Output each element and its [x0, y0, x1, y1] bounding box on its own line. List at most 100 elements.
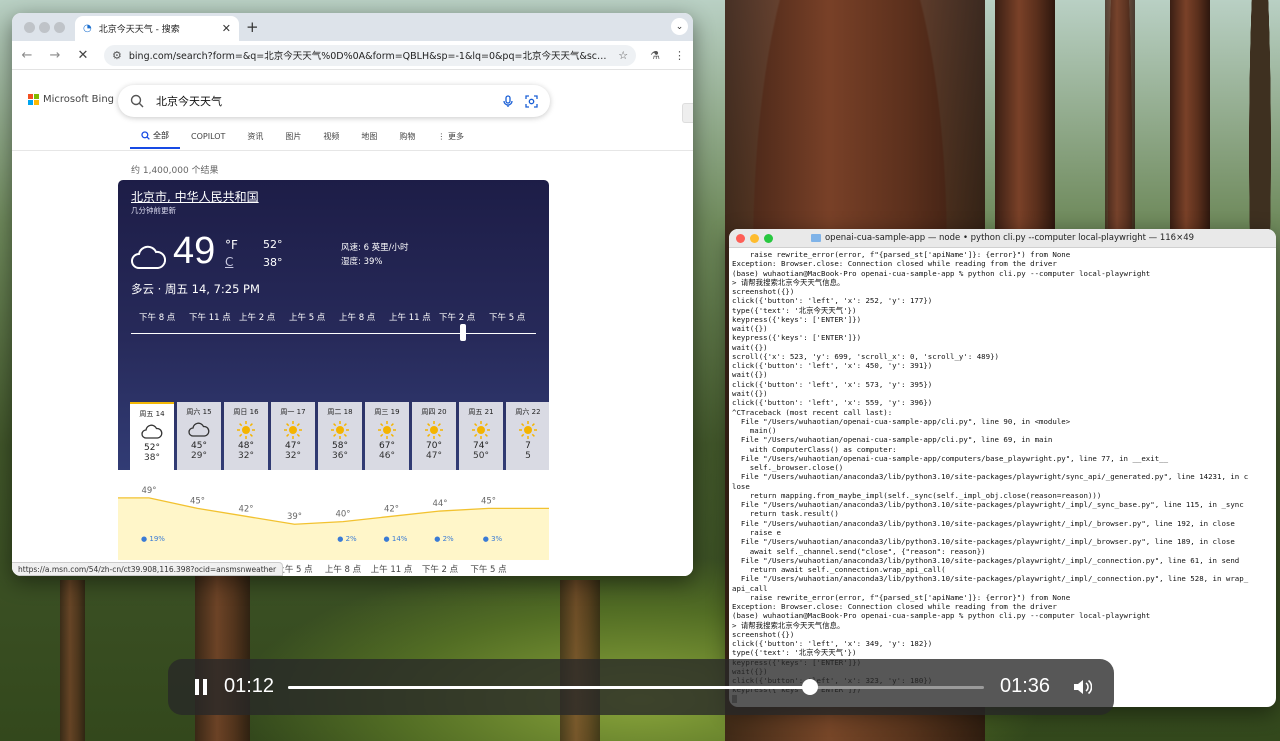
forward-button[interactable]: →	[48, 48, 62, 63]
search-input[interactable]: 北京今天天气	[156, 93, 491, 109]
seek-bar-thumb[interactable]	[802, 679, 818, 695]
forecast-day[interactable]: 周五 14 52° 38°	[130, 402, 174, 470]
unit-celsius-button[interactable]: C	[225, 255, 233, 269]
forecast-day-label: 周五 21	[468, 408, 494, 416]
close-tab-icon[interactable]: ✕	[222, 22, 231, 35]
search-box[interactable]: 北京今天天气	[118, 85, 550, 117]
forecast-day[interactable]: 周一 17 47° 32°	[271, 402, 315, 470]
terminal-line: lose	[732, 481, 750, 491]
tab-all[interactable]: 全部	[130, 130, 180, 149]
tab-search-dropdown-icon[interactable]: ⌄	[671, 18, 688, 35]
terminal-line: click({'button': 'left', 'x': 349, 'y': …	[732, 639, 933, 649]
browser-menu-icon[interactable]: ⋮	[674, 49, 685, 62]
forecast-day[interactable]: 周六 15 45° 29°	[177, 402, 221, 470]
hour-label: 上午 11 点	[389, 313, 431, 323]
site-info-icon[interactable]: ⚙	[112, 49, 122, 62]
precipitation-label: ● 3%	[483, 535, 503, 543]
seek-bar-progress	[288, 686, 810, 689]
forecast-high: 7	[525, 441, 531, 451]
forecast-day[interactable]: 周二 18 58° 36°	[318, 402, 362, 470]
terminal-line: File "/Users/wuhaotian/anaconda3/lib/pyt…	[732, 500, 1244, 510]
terminal-line: click({'button': 'left', 'x': 559, 'y': …	[732, 398, 933, 408]
extension-icon[interactable]: ⚗	[650, 49, 660, 62]
timeline-slider[interactable]	[131, 333, 536, 334]
forecast-day[interactable]: 周三 19 67° 46°	[365, 402, 409, 470]
tab-news[interactable]: 资讯	[236, 130, 274, 149]
forecast-high: 70°	[426, 441, 442, 451]
timeline-slider-thumb[interactable]	[460, 324, 467, 341]
close-window-button[interactable]	[24, 22, 35, 33]
terminal-line: scroll({'x': 523, 'y': 699, 'scroll_x': …	[732, 351, 999, 361]
forecast-day[interactable]: 周六 22 7 5	[506, 402, 549, 470]
weather-updated: 几分钟前更新	[131, 206, 176, 215]
duration: 01:36	[1000, 675, 1051, 697]
forecast-day-label: 周六 22	[515, 408, 541, 416]
seek-bar[interactable]	[288, 679, 984, 695]
forecast-day[interactable]: 周五 21 74° 50°	[459, 402, 503, 470]
terminal-line: raise rewrite_error(error, f"{parsed_st[…	[732, 592, 1071, 602]
new-tab-button[interactable]: +	[246, 18, 259, 36]
bing-logo[interactable]: Microsoft Bing	[28, 94, 114, 105]
microphone-icon[interactable]	[503, 94, 513, 108]
minimize-window-button[interactable]	[39, 22, 50, 33]
terminal-line: File "/Users/wuhaotian/anaconda3/lib/pyt…	[732, 555, 1240, 565]
tab-images[interactable]: 图片	[274, 130, 312, 149]
tab-more[interactable]: ⋮ 更多	[426, 130, 475, 149]
today-low: 38°	[263, 256, 283, 269]
stop-loading-button[interactable]: ✕	[76, 48, 90, 63]
tab-copilot[interactable]: COPILOT	[180, 130, 236, 149]
terminal-line: with ComputerClass() as computer:	[732, 444, 897, 454]
forecast-low: 29°	[191, 451, 207, 461]
terminal-line: type({'text': '北京今天天气'})	[732, 648, 857, 658]
forecast-low: 46°	[379, 451, 395, 461]
terminal-line: (base) wuhaotian@MacBook-Pro openai-cua-…	[732, 268, 1151, 278]
url-text[interactable]: bing.com/search?form=&q=北京今天天气%0D%0A&for…	[129, 48, 611, 62]
tab-title: 北京今天天气 - 搜索	[98, 25, 180, 35]
bookmark-star-icon[interactable]: ☆	[618, 49, 628, 62]
cloud-icon	[177, 419, 221, 441]
zoom-window-button[interactable]	[764, 234, 773, 243]
terminal-line: File "/Users/wuhaotian/anaconda3/lib/pyt…	[732, 574, 1249, 584]
forecast-day-label: 周二 18	[327, 408, 353, 416]
forecast-day-label: 周一 17	[280, 408, 306, 416]
close-window-button[interactable]	[736, 234, 745, 243]
forecast-day[interactable]: 周四 20 70° 47°	[412, 402, 456, 470]
sidebar-toggle[interactable]	[682, 103, 693, 123]
forecast-day[interactable]: 周日 16 48° 32°	[224, 402, 268, 470]
terminal-line: File "/Users/wuhaotian/anaconda3/lib/pyt…	[732, 518, 1235, 528]
minimize-window-button[interactable]	[750, 234, 759, 243]
volume-icon[interactable]	[1072, 678, 1092, 696]
terminal-output[interactable]: raise rewrite_error(error, f"{parsed_st[…	[729, 248, 1276, 706]
current-temperature: 49	[173, 230, 216, 272]
temperature-label: 42°	[238, 504, 253, 514]
terminal-line: File "/Users/wuhaotian/openai-cua-sample…	[732, 453, 1169, 463]
zoom-window-button[interactable]	[54, 22, 65, 33]
weather-card[interactable]: 北京市, 中华人民共和国 几分钟前更新 49 °F C 52° 38° 风速: …	[118, 180, 549, 576]
terminal-line: wait({})	[732, 388, 768, 398]
chart-hour-label: 下午 2 点	[422, 564, 459, 575]
visual-search-icon[interactable]	[525, 94, 538, 108]
pause-icon	[203, 679, 207, 695]
forecast-high: 45°	[191, 441, 207, 451]
address-bar[interactable]: ⚙ bing.com/search?form=&q=北京今天天气%0D%0A&f…	[104, 44, 637, 66]
sun-icon	[365, 419, 409, 441]
bing-favicon-icon: ◔	[83, 23, 92, 34]
unit-fahrenheit[interactable]: °F	[225, 238, 238, 252]
terminal-line: raise e	[732, 527, 781, 537]
browser-window[interactable]: ◔ 北京今天天气 - 搜索 ✕ + ⌄ ← → ✕ ⚙ bing.com/sea…	[12, 13, 693, 576]
tab-shopping[interactable]: 购物	[388, 130, 426, 149]
terminal-line: self._browser.close()	[732, 463, 844, 473]
search-icon	[130, 94, 144, 108]
video-player-controls: 01:12 01:36	[168, 659, 1114, 715]
today-high: 52°	[263, 238, 283, 251]
tab-active[interactable]: ◔ 北京今天天气 - 搜索 ✕	[75, 16, 239, 41]
pause-button[interactable]	[195, 679, 209, 695]
back-button[interactable]: ←	[20, 48, 34, 63]
tab-maps[interactable]: 地图	[350, 130, 388, 149]
terminal-line: await self._channel.send("close", {"reas…	[732, 546, 986, 556]
weather-city-link[interactable]: 北京市, 中华人民共和国	[131, 188, 259, 205]
precipitation-label: ● 2%	[434, 535, 454, 543]
tab-videos[interactable]: 视频	[312, 130, 350, 149]
terminal-line: return task.result()	[732, 509, 839, 519]
terminal-window[interactable]: openai-cua-sample-app — node • python cl…	[729, 229, 1276, 707]
